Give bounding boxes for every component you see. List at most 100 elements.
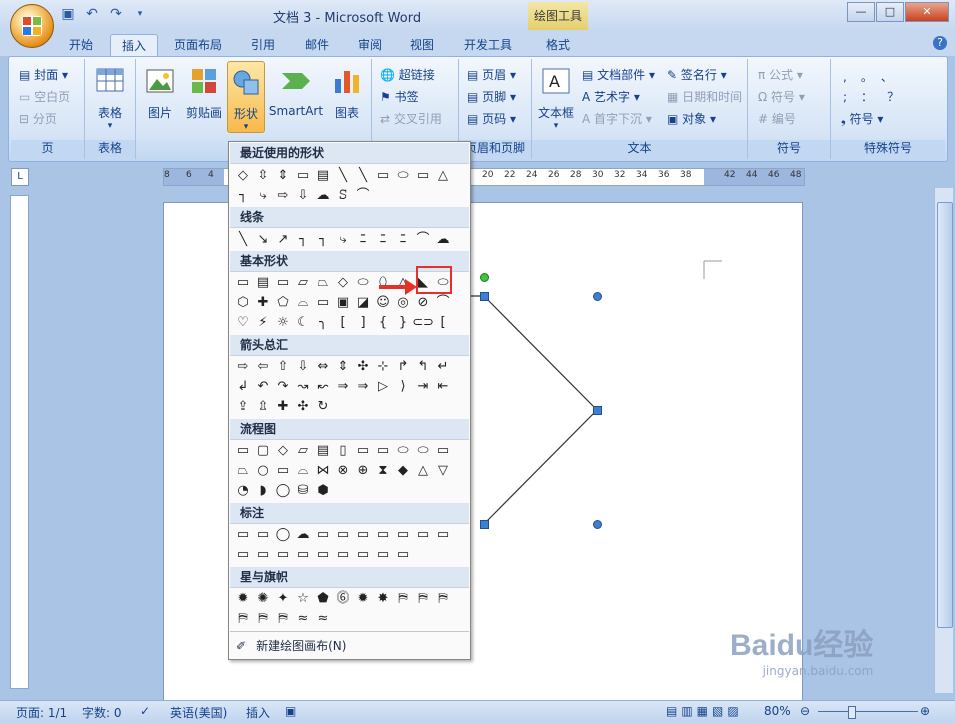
basic-shape-item[interactable]: } (393, 313, 413, 333)
arrows-shape-item[interactable]: ↱ (393, 357, 413, 377)
basic-shape-item[interactable]: ▭ (273, 273, 293, 293)
help-icon[interactable]: ? (933, 36, 947, 50)
arrows-shape-item[interactable]: ⇫ (253, 397, 273, 417)
close-button[interactable]: ✕ (905, 2, 949, 22)
smartart-button[interactable]: SmartArt (268, 65, 324, 118)
stars-shape-item[interactable]: ⛿ (413, 589, 433, 609)
arrows-shape-item[interactable]: ↶ (253, 377, 273, 397)
lines-shape-item[interactable]: ┐ (313, 230, 333, 250)
flowchart-shape-item[interactable]: ⊕ (353, 461, 373, 481)
callouts-shape-item[interactable]: ▭ (273, 545, 293, 565)
lines-shape-item[interactable]: ⌒ (413, 230, 433, 250)
picture-button[interactable]: 图片 (142, 65, 178, 121)
stars-shape-item[interactable]: ✦ (273, 589, 293, 609)
hyperlink-button[interactable]: 🌐 超链接 (380, 66, 435, 83)
stars-shape-item[interactable]: ✹ (233, 589, 253, 609)
tab-format[interactable]: 格式 (538, 34, 578, 56)
arrows-shape-item[interactable]: ⇪ (233, 397, 253, 417)
basic-shape-item[interactable]: ⊂⊃ (412, 313, 434, 333)
zoom-out-icon[interactable]: ⊖ (800, 704, 810, 718)
basic-shape-item[interactable]: ⬭ (353, 273, 373, 293)
flowchart-shape-item[interactable]: ◇ (273, 441, 293, 461)
resize-handle-top-right[interactable] (593, 292, 602, 301)
rotation-handle[interactable] (480, 273, 489, 282)
lines-shape-item[interactable]: ☁ (433, 230, 453, 250)
recent-shape-item[interactable]: ꕶ (333, 186, 353, 206)
flowchart-shape-item[interactable]: ⬢ (313, 481, 333, 501)
macro-icon[interactable]: ▣ (285, 704, 296, 718)
basic-shape-item[interactable]: ⬠ (273, 293, 293, 313)
arrows-shape-item[interactable]: ⇩ (293, 357, 313, 377)
new-canvas-item[interactable]: ✐ 新建绘图画布(N) (232, 636, 346, 656)
save-icon[interactable]: ▣ (60, 6, 76, 22)
basic-shape-item[interactable]: [ (333, 313, 353, 333)
flowchart-shape-item[interactable]: ⬭ (393, 441, 413, 461)
callouts-shape-item[interactable]: ▭ (393, 545, 413, 565)
zoom-in-icon[interactable]: ⊕ (920, 704, 930, 718)
flowchart-shape-item[interactable]: ⋈ (313, 461, 333, 481)
basic-shape-item[interactable]: ⬡ (233, 293, 253, 313)
flowchart-shape-item[interactable]: ▭ (273, 461, 293, 481)
bookmark-button[interactable]: ⚑ 书签 (380, 88, 419, 105)
arrows-shape-item[interactable]: ↻ (313, 397, 333, 417)
basic-shape-item[interactable]: ▭ (313, 293, 333, 313)
stars-shape-item[interactable]: ✺ (253, 589, 273, 609)
recent-shape-item[interactable]: ⬭ (393, 166, 413, 186)
arrows-shape-item[interactable]: ↵ (433, 357, 453, 377)
recent-shape-item[interactable]: ▤ (313, 166, 333, 186)
arrows-shape-item[interactable]: ✚ (273, 397, 293, 417)
minimize-button[interactable]: — (847, 2, 875, 22)
recent-shape-item[interactable]: ▭ (373, 166, 393, 186)
callouts-shape-item[interactable]: ▭ (353, 545, 373, 565)
lines-shape-item[interactable]: ↗ (273, 230, 293, 250)
basic-shape-item[interactable]: ◇ (333, 273, 353, 293)
callouts-shape-item[interactable]: ▭ (373, 525, 393, 545)
arrows-shape-item[interactable]: ▷ (373, 377, 393, 397)
flowchart-shape-item[interactable]: ○ (253, 461, 273, 481)
recent-shape-item[interactable]: ╲ (353, 166, 373, 186)
stars-shape-item[interactable]: ⛿ (433, 589, 453, 609)
arrows-shape-item[interactable]: ⊹ (373, 357, 393, 377)
flowchart-shape-item[interactable]: ▭ (353, 441, 373, 461)
basic-shape-item[interactable]: ▣ (333, 293, 353, 313)
flowchart-shape-item[interactable]: ◗ (253, 481, 273, 501)
arrows-shape-item[interactable]: ⇤ (433, 377, 453, 397)
flowchart-shape-item[interactable]: ⌓ (293, 461, 313, 481)
basic-shape-item[interactable]: ▤ (253, 273, 273, 293)
arrows-shape-item[interactable]: ↲ (233, 377, 253, 397)
flowchart-shape-item[interactable]: ◯ (273, 481, 293, 501)
callouts-shape-item[interactable]: ◯ (273, 525, 293, 545)
special-char-row-2[interactable]: ;：？ (843, 88, 913, 105)
callouts-shape-item[interactable]: ▭ (333, 545, 353, 565)
spelling-icon[interactable]: ✓ (140, 704, 150, 718)
wordart-button[interactable]: A 艺术字 ▾ (582, 88, 640, 105)
quick-parts-button[interactable]: ▤ 文档部件 ▾ (582, 66, 655, 83)
clipart-button[interactable]: 剪贴画 (184, 65, 224, 121)
resize-handle-bottom-right[interactable] (593, 520, 602, 529)
stars-shape-item[interactable]: ⛿ (393, 589, 413, 609)
signature-line-button[interactable]: ✎ 签名行 ▾ (667, 66, 727, 83)
scrollbar-thumb[interactable] (937, 202, 953, 628)
qat-dropdown-icon[interactable]: ▾ (132, 6, 148, 22)
basic-shape-item[interactable]: { (373, 313, 393, 333)
recent-shape-item[interactable]: ┐ (233, 186, 253, 206)
arrows-shape-item[interactable]: ↰ (413, 357, 433, 377)
tab-review[interactable]: 审阅 (352, 34, 388, 56)
callouts-shape-item[interactable]: ▭ (233, 545, 253, 565)
basic-shape-item[interactable]: ⚡ (253, 313, 273, 333)
callouts-shape-item[interactable]: ▭ (313, 525, 333, 545)
tab-view[interactable]: 视图 (404, 34, 440, 56)
callouts-shape-item[interactable]: ▭ (393, 525, 413, 545)
stars-shape-item[interactable]: ⛿ (273, 609, 293, 629)
basic-shape-item[interactable]: ] (353, 313, 373, 333)
recent-shape-item[interactable]: ▭ (413, 166, 433, 186)
flowchart-shape-item[interactable]: ▤ (313, 441, 333, 461)
table-button[interactable]: 表格 ▾ (91, 65, 129, 131)
arrows-shape-item[interactable]: ↝ (293, 377, 313, 397)
lines-shape-item[interactable]: ╲ (233, 230, 253, 250)
flowchart-shape-item[interactable]: ▯ (333, 441, 353, 461)
arrows-shape-item[interactable]: ⇒ (333, 377, 353, 397)
flowchart-shape-item[interactable]: ▽ (433, 461, 453, 481)
flowchart-shape-item[interactable]: ▱ (293, 441, 313, 461)
lines-shape-item[interactable]: ⤷ (333, 230, 353, 250)
